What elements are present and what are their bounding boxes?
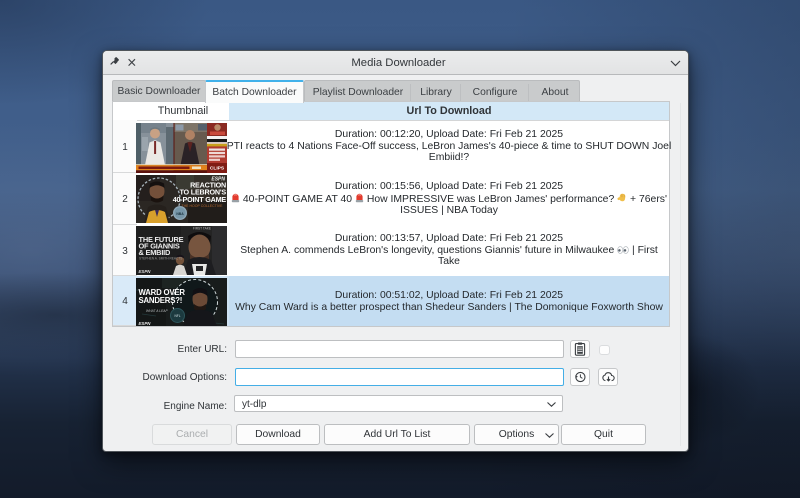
svg-text:STEPHEN A. SMITH REACTS: STEPHEN A. SMITH REACTS	[139, 257, 182, 261]
svg-text:WHAT A LEAP: WHAT A LEAP	[146, 309, 168, 313]
svg-text:THE HOOP COLLECTIVE: THE HOOP COLLECTIVE	[182, 204, 224, 208]
svg-text:ESPN: ESPN	[139, 269, 152, 274]
svg-text:40-POINT GAME: 40-POINT GAME	[173, 195, 227, 204]
svg-text:ESPN: ESPN	[139, 321, 152, 326]
svg-text:CLIPS: CLIPS	[210, 165, 225, 171]
svg-text:SANDERS?!: SANDERS?!	[139, 296, 183, 305]
svg-text:FIRST TAKE: FIRST TAKE	[193, 227, 211, 231]
svg-text:NFL: NFL	[174, 314, 180, 318]
svg-text:NBA: NBA	[176, 212, 184, 216]
